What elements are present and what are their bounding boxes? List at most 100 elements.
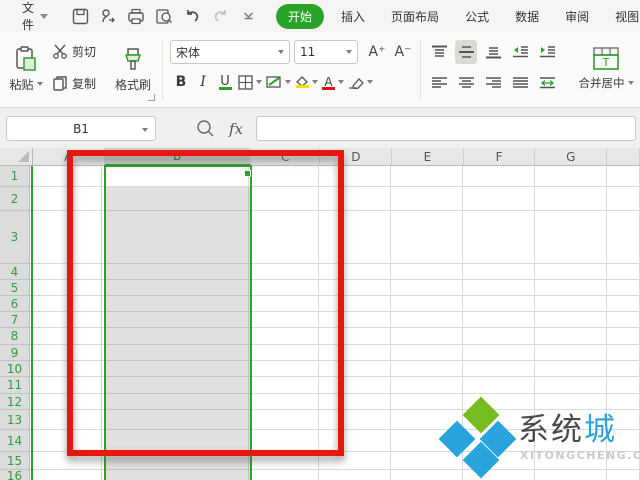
row-header-8[interactable]: 8 [0, 328, 30, 345]
align-top-button[interactable] [428, 40, 450, 64]
print-preview-icon[interactable] [153, 5, 175, 27]
align-bottom-button[interactable] [482, 40, 504, 64]
cell-x9[interactable] [607, 345, 640, 361]
cell-G8[interactable] [535, 328, 607, 345]
row-header-12[interactable]: 12 [0, 394, 30, 410]
cell-F4[interactable] [463, 264, 535, 280]
row-header-3[interactable]: 3 [0, 211, 30, 264]
cell-F2[interactable] [463, 187, 535, 211]
cell-x4[interactable] [607, 264, 640, 280]
cell-G4[interactable] [535, 264, 607, 280]
row-header-14[interactable]: 14 [0, 430, 30, 452]
cell-E11[interactable] [391, 377, 463, 394]
borders-button[interactable] [236, 70, 264, 94]
column-header-F[interactable]: F [464, 148, 536, 166]
cell-F11[interactable] [463, 377, 535, 394]
decrease-font-button[interactable]: A⁻ [392, 40, 414, 64]
justify-button[interactable] [509, 71, 531, 95]
redo-icon[interactable] [209, 5, 231, 27]
undo-icon[interactable] [181, 5, 203, 27]
cell-G7[interactable] [535, 312, 607, 328]
align-middle-button[interactable] [455, 40, 477, 64]
cell-E3[interactable] [391, 211, 463, 264]
row-header-11[interactable]: 11 [0, 377, 30, 394]
column-header-G[interactable]: G [535, 148, 607, 166]
file-menu[interactable]: 文件 [22, 0, 34, 33]
increase-indent-button[interactable] [536, 40, 558, 64]
cell-D16[interactable] [319, 470, 391, 480]
cell-F10[interactable] [463, 361, 535, 377]
cell-x5[interactable] [607, 280, 640, 296]
more-commands-icon[interactable] [237, 5, 259, 27]
font-name-select[interactable]: 宋体 [170, 40, 290, 64]
fx-icon[interactable]: fx [229, 120, 243, 138]
align-right-button[interactable] [482, 71, 504, 95]
cell-G3[interactable] [535, 211, 607, 264]
cell-E8[interactable] [391, 328, 463, 345]
column-header-partial[interactable] [607, 148, 640, 166]
align-left-button[interactable] [428, 71, 450, 95]
formula-input[interactable] [256, 116, 636, 141]
format-painter-button[interactable]: 格式刷 [110, 36, 156, 102]
chevron-down-icon[interactable] [40, 14, 48, 19]
name-box[interactable]: B1 [6, 116, 156, 141]
increase-font-button[interactable]: A⁺ [366, 40, 388, 64]
cell-shading-button[interactable] [264, 70, 293, 94]
row-header-5[interactable]: 5 [0, 280, 30, 296]
row-header-9[interactable]: 9 [0, 345, 30, 361]
cell-E9[interactable] [391, 345, 463, 361]
copy-button[interactable]: 复制 [52, 70, 108, 96]
tab-页面布局[interactable]: 页面布局 [378, 0, 452, 32]
cell-F3[interactable] [463, 211, 535, 264]
cell-x10[interactable] [607, 361, 640, 377]
row-header-4[interactable]: 4 [0, 264, 30, 280]
cell-x6[interactable] [607, 296, 640, 312]
cell-G11[interactable] [535, 377, 607, 394]
cell-G10[interactable] [535, 361, 607, 377]
cell-G2[interactable] [535, 187, 607, 211]
cell-E6[interactable] [391, 296, 463, 312]
clear-format-button[interactable] [346, 70, 375, 94]
cell-E4[interactable] [391, 264, 463, 280]
cell-F7[interactable] [463, 312, 535, 328]
tab-视图[interactable]: 视图 [602, 0, 640, 32]
cell-x8[interactable] [607, 328, 640, 345]
cell-x3[interactable] [607, 211, 640, 264]
zoom-search-icon[interactable] [196, 119, 215, 138]
cell-x11[interactable] [607, 377, 640, 394]
cell-E2[interactable] [391, 187, 463, 211]
cell-E5[interactable] [391, 280, 463, 296]
cell-x2[interactable] [607, 187, 640, 211]
row-header-15[interactable]: 15 [0, 452, 30, 470]
cell-A16[interactable] [30, 470, 102, 480]
tab-公式[interactable]: 公式 [452, 0, 502, 32]
font-size-select[interactable]: 11 [294, 40, 358, 64]
cell-E1[interactable] [391, 166, 463, 187]
cell-x7[interactable] [607, 312, 640, 328]
row-header-13[interactable]: 13 [0, 410, 30, 430]
paste-button[interactable]: 粘贴 [4, 36, 48, 102]
cell-F1[interactable] [463, 166, 535, 187]
tab-审阅[interactable]: 审阅 [552, 0, 602, 32]
cut-button[interactable]: 剪切 [52, 38, 108, 64]
cell-G5[interactable] [535, 280, 607, 296]
row-header-1[interactable]: 1 [0, 166, 30, 187]
row-header-7[interactable]: 7 [0, 312, 30, 328]
merge-center-button[interactable]: T 合并居中 [574, 36, 638, 102]
tab-开始[interactable]: 开始 [276, 4, 324, 29]
column-header-E[interactable]: E [392, 148, 464, 166]
bold-button[interactable]: B [170, 70, 192, 94]
cell-E10[interactable] [391, 361, 463, 377]
cell-x1[interactable] [607, 166, 640, 187]
row-header-16[interactable]: 16 [0, 470, 30, 480]
print-icon[interactable] [125, 5, 147, 27]
tab-数据[interactable]: 数据 [502, 0, 552, 32]
font-color-button[interactable]: A [320, 70, 346, 94]
underline-button[interactable]: U [214, 70, 236, 94]
row-header-10[interactable]: 10 [0, 361, 30, 377]
cell-G6[interactable] [535, 296, 607, 312]
fill-color-button[interactable] [293, 70, 320, 94]
italic-button[interactable]: I [192, 70, 214, 94]
cell-G9[interactable] [535, 345, 607, 361]
cell-E7[interactable] [391, 312, 463, 328]
